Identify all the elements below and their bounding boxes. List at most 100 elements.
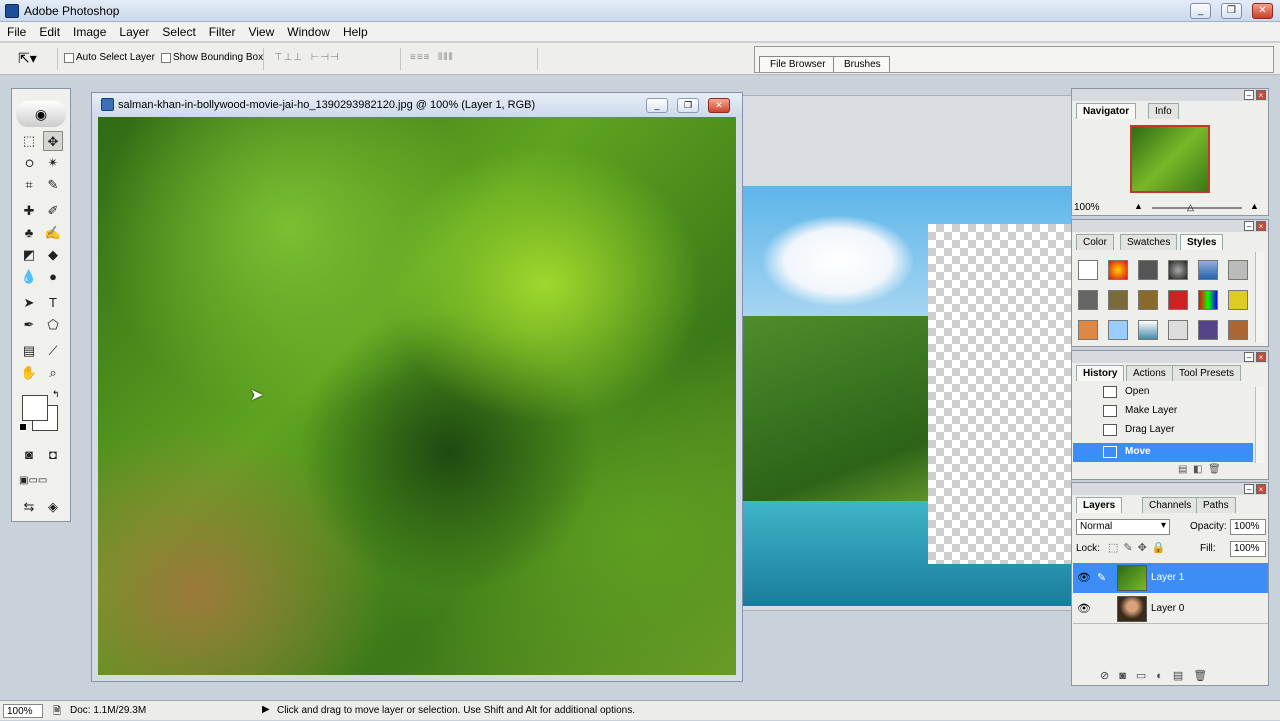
history-footer-icons[interactable]: ▤ ◧ 🗑 xyxy=(1178,464,1221,475)
style-swatch[interactable] xyxy=(1078,290,1098,310)
screen-mode-icons[interactable]: ▣▭▭ xyxy=(19,471,47,491)
tab-swatches[interactable]: Swatches xyxy=(1120,234,1178,250)
palette-close-icon[interactable]: × xyxy=(1256,484,1266,494)
move-tool-preset-icon[interactable]: ⇱▾ xyxy=(18,50,37,67)
adobe-eye-icon[interactable]: ◉ xyxy=(16,101,66,127)
menu-filter[interactable]: Filter xyxy=(202,22,242,39)
style-swatch[interactable] xyxy=(1168,290,1188,310)
history-item-make-layer[interactable]: Make Layer xyxy=(1073,402,1253,421)
style-swatch[interactable] xyxy=(1228,320,1248,340)
foliage-canvas[interactable] xyxy=(98,117,736,675)
navigator-thumbnail[interactable] xyxy=(1130,125,1210,193)
tab-history[interactable]: History xyxy=(1076,365,1125,381)
healing-brush-icon[interactable]: ✚ xyxy=(19,201,39,221)
style-swatch[interactable] xyxy=(1138,320,1158,340)
blur-tool-icon[interactable]: 💧 xyxy=(19,267,39,287)
menu-window[interactable]: Window xyxy=(280,22,336,39)
history-item-drag-layer[interactable]: Drag Layer xyxy=(1073,421,1253,440)
status-zoom-input[interactable]: 100% xyxy=(3,704,43,718)
history-item-move[interactable]: Move xyxy=(1073,443,1253,462)
zoom-out-icon[interactable]: ▲ xyxy=(1134,201,1143,211)
doc-close-button[interactable]: ✕ xyxy=(708,98,730,113)
tab-paths[interactable]: Paths xyxy=(1196,497,1236,513)
swap-colors-icon[interactable]: ↰ xyxy=(52,389,60,400)
style-swatch[interactable] xyxy=(1108,260,1128,280)
play-arrow-icon[interactable]: ▶ xyxy=(262,704,270,715)
blend-mode-select[interactable]: Normal ▾ xyxy=(1076,519,1170,535)
navigator-zoom[interactable]: 100% xyxy=(1074,202,1100,213)
style-swatch[interactable] xyxy=(1078,320,1098,340)
pen-tool-icon[interactable]: ✒ xyxy=(19,315,39,335)
style-swatch[interactable] xyxy=(1228,290,1248,310)
tab-info[interactable]: Info xyxy=(1148,103,1179,119)
tab-navigator[interactable]: Navigator xyxy=(1076,103,1137,119)
lock-icons[interactable]: ⬚✎✥🔒 xyxy=(1108,541,1171,554)
close-button[interactable]: ✕ xyxy=(1252,3,1273,19)
palette-close-icon[interactable]: × xyxy=(1256,352,1266,362)
tab-actions[interactable]: Actions xyxy=(1126,365,1173,381)
lasso-tool-icon[interactable]: ഠ xyxy=(19,153,39,173)
tab-layers[interactable]: Layers xyxy=(1076,497,1123,513)
restore-button[interactable]: ❐ xyxy=(1221,3,1242,19)
marquee-tool-icon[interactable]: ⬚ xyxy=(19,131,39,151)
style-none-swatch[interactable] xyxy=(1078,260,1098,280)
style-swatch[interactable] xyxy=(1108,320,1128,340)
menu-file[interactable]: File xyxy=(0,22,32,39)
eye-icon[interactable]: 👁 xyxy=(1077,602,1091,615)
menu-layer[interactable]: Layer xyxy=(112,22,155,39)
path-selection-icon[interactable]: ➤ xyxy=(19,293,39,313)
palette-minimize-icon[interactable]: – xyxy=(1244,484,1254,494)
clone-stamp-icon[interactable]: ♣ xyxy=(19,223,39,243)
layer-row-layer-1[interactable]: 👁 ✎ Layer 1 xyxy=(1073,563,1268,593)
style-swatch[interactable] xyxy=(1138,260,1158,280)
zoom-slider-thumb[interactable]: △ xyxy=(1187,202,1194,213)
zoom-in-icon[interactable]: ▲ xyxy=(1250,201,1259,211)
eraser-tool-icon[interactable]: ◩ xyxy=(19,245,39,265)
tab-styles[interactable]: Styles xyxy=(1180,234,1224,250)
paint-bucket-icon[interactable]: ◆ xyxy=(43,245,63,265)
move-tool-icon[interactable]: ✥ xyxy=(43,131,63,151)
document-title-bar[interactable]: salman-khan-in-bollywood-movie-jai-ho_13… xyxy=(92,93,742,117)
shape-tool-icon[interactable]: ⬠ xyxy=(43,315,63,335)
history-scrollbar[interactable] xyxy=(1255,387,1264,463)
imageready-icon[interactable]: ◈ xyxy=(43,497,63,517)
tab-tool-presets[interactable]: Tool Presets xyxy=(1172,365,1242,381)
hand-tool-icon[interactable]: ✋ xyxy=(19,363,39,383)
file-browser-tab[interactable]: File Browser xyxy=(759,56,835,72)
quick-mask-icon[interactable]: ◘ xyxy=(43,445,63,465)
brushes-tab[interactable]: Brushes xyxy=(833,56,890,72)
menu-select[interactable]: Select xyxy=(155,22,201,39)
palette-minimize-icon[interactable]: – xyxy=(1244,352,1254,362)
default-colors-icon[interactable] xyxy=(19,423,27,431)
jump-to-imageready-icon[interactable]: ⇆ xyxy=(19,497,39,517)
align-icons[interactable]: ⊤⊥⊥ ⊢⊣⊣ xyxy=(274,52,340,66)
minimize-button[interactable]: _ xyxy=(1190,3,1211,19)
style-swatch[interactable] xyxy=(1228,260,1248,280)
layer-row-layer-0[interactable]: 👁 Layer 0 xyxy=(1073,594,1268,624)
history-item-open[interactable]: Open xyxy=(1073,383,1253,402)
style-swatch[interactable] xyxy=(1138,290,1158,310)
menu-help[interactable]: Help xyxy=(336,22,374,39)
palette-close-icon[interactable]: × xyxy=(1256,221,1266,231)
distribute-icons[interactable]: ≡≡≡ ⫴⫴⫴ xyxy=(410,52,454,66)
palette-minimize-icon[interactable]: – xyxy=(1244,90,1254,100)
background-document-window[interactable] xyxy=(742,95,1072,611)
eye-icon[interactable]: 👁 xyxy=(1077,571,1091,584)
doc-minimize-button[interactable]: _ xyxy=(646,98,668,113)
brush-tool-icon[interactable]: ✐ xyxy=(43,201,63,221)
history-brush-icon[interactable]: ✍ xyxy=(43,223,63,243)
magic-wand-icon[interactable]: ✴ xyxy=(43,153,63,173)
tab-channels[interactable]: Channels xyxy=(1142,497,1199,513)
fill-input[interactable]: 100% xyxy=(1230,541,1266,557)
menu-view[interactable]: View xyxy=(241,22,280,39)
style-swatch[interactable] xyxy=(1108,290,1128,310)
layer-footer-icons[interactable]: ⊘◙▭◐▤🗑 xyxy=(1100,669,1217,682)
palette-close-icon[interactable]: × xyxy=(1256,90,1266,100)
zoom-slider[interactable] xyxy=(1152,207,1242,209)
dodge-tool-icon[interactable]: ● xyxy=(43,267,63,287)
style-swatch[interactable] xyxy=(1168,320,1188,340)
styles-scrollbar[interactable] xyxy=(1255,252,1264,342)
brush-link-icon[interactable]: ✎ xyxy=(1097,571,1106,584)
doc-restore-button[interactable]: ❐ xyxy=(677,98,699,113)
type-tool-icon[interactable]: T xyxy=(43,293,63,313)
